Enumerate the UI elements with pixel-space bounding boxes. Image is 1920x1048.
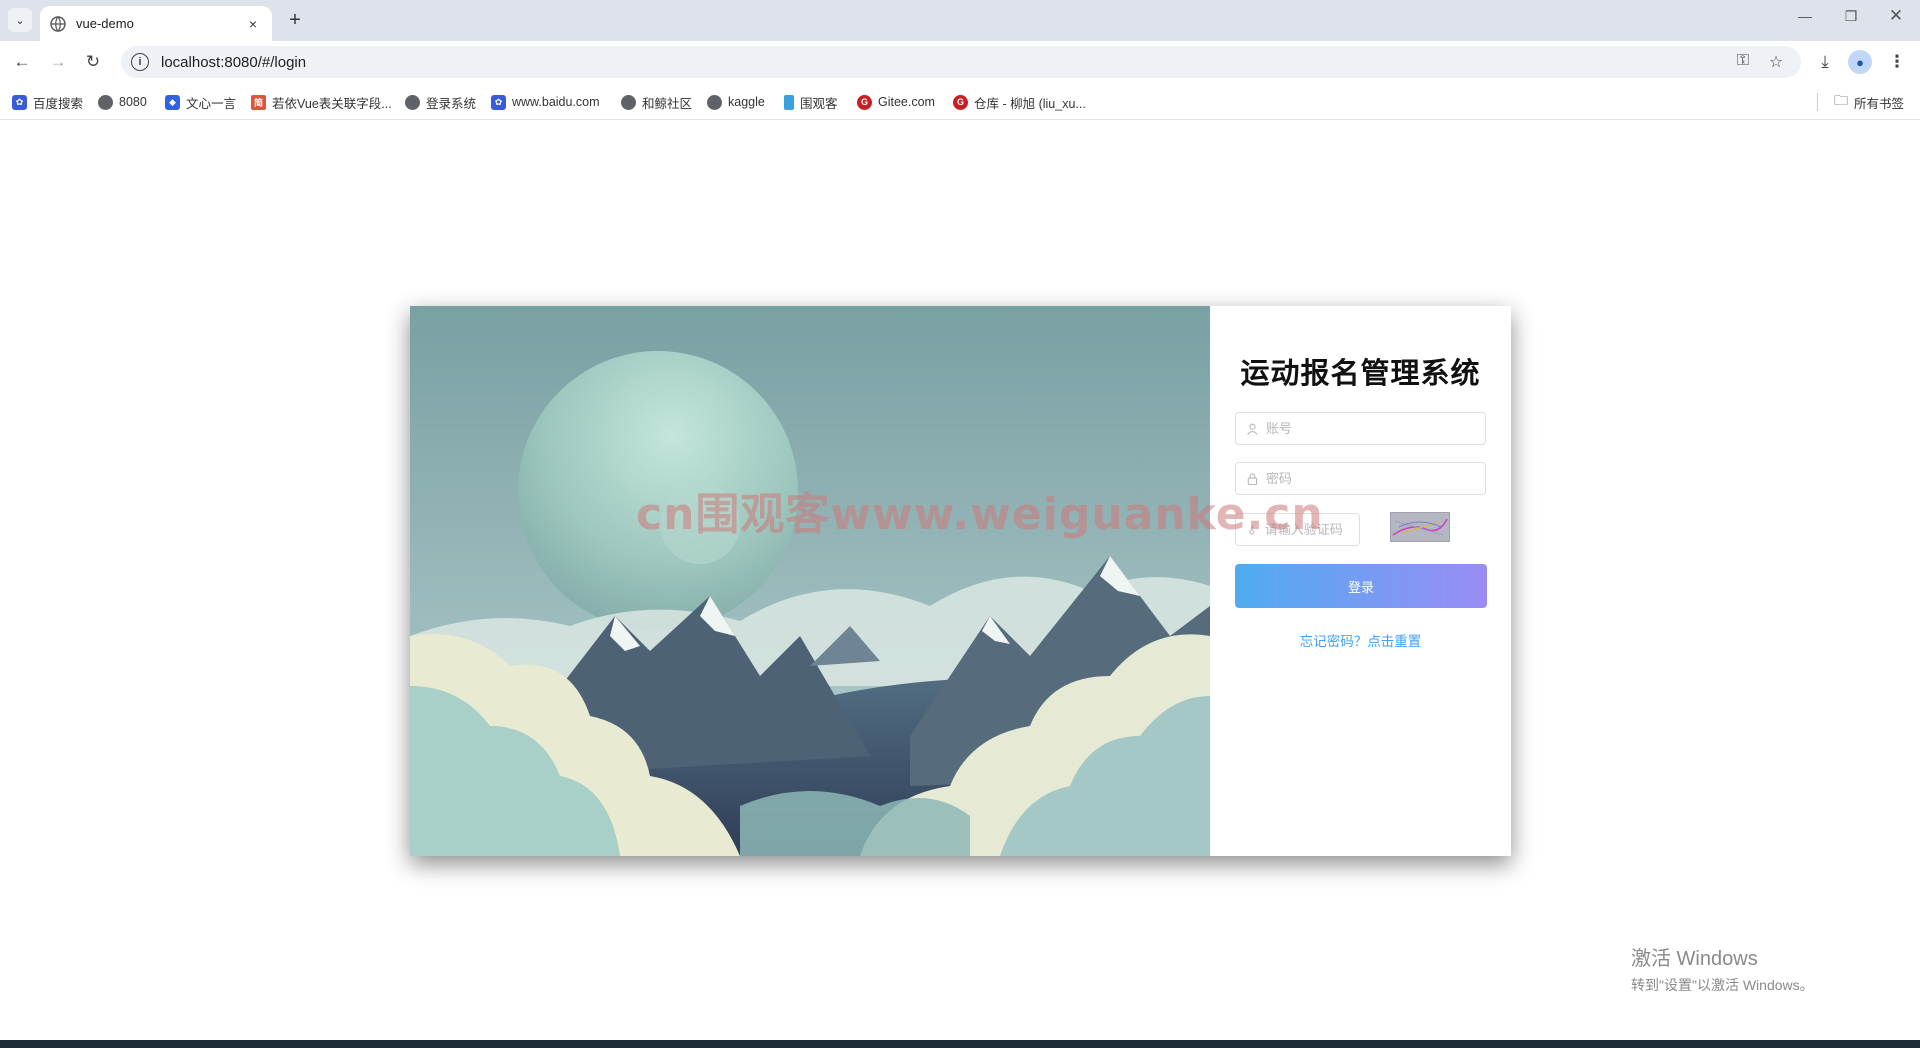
gitee-icon: G: [953, 94, 968, 110]
jianshu-icon: 简: [251, 94, 266, 110]
bookmark-gitee-repo[interactable]: G 仓库 - 柳旭 (liu_xu...: [953, 92, 1086, 112]
bookmarks-divider: [1817, 93, 1818, 111]
close-window-icon[interactable]: ✕: [1881, 6, 1911, 26]
username-field[interactable]: [1235, 412, 1486, 445]
lock-icon: [1247, 472, 1258, 485]
url-text[interactable]: localhost:8080/#/login: [161, 54, 306, 71]
tab-title: vue-demo: [76, 16, 134, 31]
username-input[interactable]: [1265, 421, 1485, 436]
globe-icon: [707, 94, 722, 110]
bookmark-kaggle[interactable]: kaggle: [707, 92, 765, 112]
site-info-icon[interactable]: i: [131, 53, 149, 71]
bookmark-gitee[interactable]: G Gitee.com: [857, 92, 935, 112]
reload-icon[interactable]: ↻: [82, 51, 104, 73]
captcha-image[interactable]: [1390, 512, 1450, 542]
back-icon[interactable]: ←: [11, 51, 33, 73]
password-input[interactable]: [1265, 471, 1485, 486]
forward-icon[interactable]: →: [47, 51, 69, 73]
menu-kebab-icon[interactable]: ⋮: [1886, 51, 1908, 73]
key-icon: [1249, 524, 1255, 535]
bookmark-8080[interactable]: 8080: [98, 92, 147, 112]
login-form-panel: 运动报名管理系统 登录 忘记密码？点击重置: [1210, 306, 1511, 856]
folder-icon: 🗀: [1834, 92, 1848, 108]
bookmark-login-system[interactable]: 登录系统: [405, 92, 476, 112]
bookmark-weiguanke[interactable]: 围观客: [784, 92, 838, 112]
bookmark-baidu[interactable]: ✿ www.baidu.com: [491, 92, 600, 112]
baidu-paw-icon: ✿: [12, 94, 27, 110]
password-field[interactable]: [1235, 462, 1486, 495]
all-bookmarks-folder[interactable]: 🗀 所有书签: [1834, 92, 1904, 112]
minimize-icon[interactable]: —: [1790, 8, 1820, 24]
forgot-password-link[interactable]: 忘记密码？点击重置: [1210, 630, 1511, 650]
bookmark-ruoyi[interactable]: 简若依Vue表关联字段...: [251, 92, 392, 112]
globe-icon: [98, 94, 113, 110]
bookmark-baidu-search[interactable]: ✿ 百度搜索: [12, 92, 83, 112]
browser-toolbar: ← → ↻ i localhost:8080/#/login ⚿ ☆ ⤓ ● ⋮: [0, 41, 1920, 83]
browser-tab-bar: ⌄ vue-demo × + — ❐ ✕: [0, 0, 1920, 41]
close-tab-icon[interactable]: ×: [244, 16, 262, 32]
windows-activation-notice: 激活 Windows 转到"设置"以激活 Windows。: [1631, 942, 1814, 995]
password-key-icon[interactable]: ⚿: [1731, 52, 1755, 70]
profile-avatar-icon[interactable]: ●: [1848, 50, 1872, 74]
mountain-clouds-illustration: [410, 306, 1210, 856]
captcha-field[interactable]: [1235, 513, 1360, 546]
system-title: 运动报名管理系统: [1240, 358, 1481, 390]
globe-icon: [405, 94, 420, 110]
bookmark-star-icon[interactable]: ☆: [1764, 52, 1788, 72]
bookmark-wenxin[interactable]: ◆ 文心一言: [165, 92, 236, 112]
gitee-icon: G: [857, 94, 872, 110]
login-background-illustration: [410, 306, 1210, 856]
globe-icon: [50, 15, 66, 32]
globe-icon: [621, 94, 636, 110]
captcha-noise-graphic: [1392, 518, 1448, 536]
login-card: 运动报名管理系统 登录 忘记密码？点击重置: [410, 306, 1511, 856]
restore-icon[interactable]: ❐: [1836, 8, 1866, 25]
download-icon[interactable]: ⤓: [1814, 51, 1836, 73]
user-icon: [1247, 423, 1258, 435]
wenxin-icon: ◆: [165, 94, 180, 110]
tab-search-chevron-icon[interactable]: ⌄: [8, 8, 32, 32]
activation-subtitle: 转到"设置"以激活 Windows。: [1631, 977, 1814, 993]
windows-taskbar: [0, 1040, 1920, 1048]
browser-tab[interactable]: vue-demo ×: [40, 6, 272, 41]
bookmark-heywhale[interactable]: 和鲸社区: [621, 92, 692, 112]
new-tab-button[interactable]: +: [283, 9, 307, 31]
baidu-paw-icon: ✿: [491, 94, 506, 110]
address-bar[interactable]: i localhost:8080/#/login ⚿ ☆: [121, 46, 1801, 78]
weiguanke-icon: [784, 94, 794, 110]
captcha-input[interactable]: [1264, 522, 1359, 537]
bookmarks-bar: ✿ 百度搜索 8080 ◆ 文心一言 简若依Vue表关联字段... 登录系统 ✿ ww…: [0, 83, 1920, 120]
activation-title: 激活 Windows: [1631, 948, 1758, 970]
login-button[interactable]: 登录: [1235, 564, 1487, 608]
